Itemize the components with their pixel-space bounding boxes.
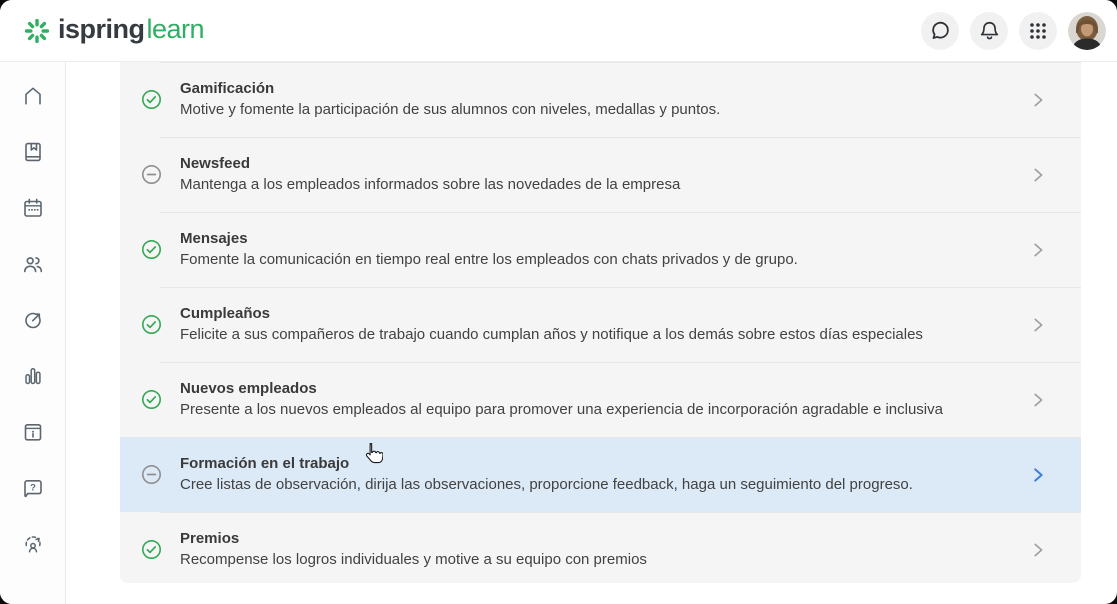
chevron-right-icon[interactable] <box>1029 316 1053 334</box>
feature-title: Nuevos empleados <box>180 378 943 399</box>
top-bar: ispringlearn <box>0 0 1117 62</box>
feature-text: Newsfeed Mantenga a los empleados inform… <box>180 153 680 196</box>
messages-button[interactable] <box>921 12 959 50</box>
feature-row[interactable]: Newsfeed Mantenga a los empleados inform… <box>120 137 1081 212</box>
minus-circle-icon <box>141 464 162 485</box>
logo-text: ispringlearn <box>58 16 204 46</box>
check-circle-icon <box>141 314 162 335</box>
feature-text: Formación en el trabajo Cree listas de o… <box>180 453 913 496</box>
feature-description: Motive y fomente la participación de sus… <box>180 99 720 121</box>
feature-description: Felicite a sus compañeros de trabajo cua… <box>180 324 923 346</box>
avatar[interactable] <box>1068 12 1106 50</box>
logo-brand: ispring <box>58 14 145 44</box>
bell-icon <box>979 20 1000 41</box>
features-list: Gamificación Motive y fomente la partici… <box>120 62 1081 583</box>
feature-title: Gamificación <box>180 78 720 99</box>
sidebar-item-people[interactable] <box>0 236 66 292</box>
chevron-right-icon[interactable] <box>1029 391 1053 409</box>
feature-text: Cumpleaños Felicite a sus compañeros de … <box>180 303 923 346</box>
sidebar-item-reports[interactable] <box>0 348 66 404</box>
header-actions <box>921 12 1106 50</box>
users-icon <box>21 252 45 276</box>
sidebar-item-calendar[interactable] <box>0 180 66 236</box>
check-circle-icon <box>141 539 162 560</box>
screen: ispringlearn <box>0 0 1117 604</box>
check-circle-icon <box>141 389 162 410</box>
feature-row[interactable]: Formación en el trabajo Cree listas de o… <box>120 437 1081 512</box>
chat-bubble-icon <box>930 20 951 41</box>
chevron-right-icon[interactable] <box>1029 241 1053 259</box>
feature-description: Presente a los nuevos empleados al equip… <box>180 399 943 421</box>
feature-description: Cree listas de observación, dirija las o… <box>180 474 913 496</box>
bar-chart-icon <box>21 364 45 388</box>
sidebar-item-courses[interactable] <box>0 124 66 180</box>
chevron-right-icon[interactable] <box>1029 91 1053 109</box>
help-bubble-icon: ? <box>21 476 45 500</box>
info-panel-icon <box>21 420 45 444</box>
feature-title: Formación en el trabajo <box>180 453 913 474</box>
feature-text: Gamificación Motive y fomente la partici… <box>180 78 720 121</box>
feature-title: Newsfeed <box>180 153 680 174</box>
ispring-burst-icon <box>24 18 50 44</box>
feature-row[interactable]: Mensajes Fomente la comunicación en tiem… <box>120 212 1081 287</box>
feature-title: Mensajes <box>180 228 798 249</box>
calendar-icon <box>21 196 45 220</box>
ispring-learn-logo[interactable]: ispringlearn <box>24 16 204 46</box>
book-icon <box>21 140 45 164</box>
feature-row[interactable]: Nuevos empleados Presente a los nuevos e… <box>120 362 1081 437</box>
feature-row[interactable]: Cumpleaños Felicite a sus compañeros de … <box>120 287 1081 362</box>
sidebar-item-goals[interactable] <box>0 292 66 348</box>
feature-description: Recompense los logros individuales y mot… <box>180 549 647 571</box>
minus-circle-icon <box>141 164 162 185</box>
chevron-right-icon[interactable] <box>1029 541 1053 559</box>
target-arrow-icon <box>21 308 45 332</box>
feature-title: Premios <box>180 528 647 549</box>
sidebar-item-observation[interactable] <box>0 516 66 572</box>
feature-description: Mantenga a los empleados informados sobr… <box>180 174 680 196</box>
avatar-image <box>1068 12 1106 50</box>
logo-product: learn <box>147 14 205 44</box>
feature-text: Nuevos empleados Presente a los nuevos e… <box>180 378 943 421</box>
check-circle-icon <box>141 89 162 110</box>
grid-dots-icon <box>1028 21 1048 41</box>
feature-text: Premios Recompense los logros individual… <box>180 528 647 571</box>
person-gauge-icon <box>21 532 45 556</box>
sidebar-item-info[interactable] <box>0 404 66 460</box>
apps-button[interactable] <box>1019 12 1057 50</box>
notifications-button[interactable] <box>970 12 1008 50</box>
sidebar-item-help[interactable]: ? <box>0 460 66 516</box>
chevron-right-icon[interactable] <box>1029 466 1053 484</box>
svg-text:?: ? <box>30 483 36 494</box>
feature-row[interactable]: Gamificación Motive y fomente la partici… <box>120 62 1081 137</box>
home-icon <box>21 84 45 108</box>
sidebar-item-home[interactable] <box>0 68 66 124</box>
feature-title: Cumpleaños <box>180 303 923 324</box>
sidebar-nav: ? <box>0 62 66 604</box>
chevron-right-icon[interactable] <box>1029 166 1053 184</box>
app-window: ispringlearn <box>0 0 1117 604</box>
feature-description: Fomente la comunicación en tiempo real e… <box>180 249 798 271</box>
feature-text: Mensajes Fomente la comunicación en tiem… <box>180 228 798 271</box>
feature-row[interactable]: Premios Recompense los logros individual… <box>120 512 1081 583</box>
check-circle-icon <box>141 239 162 260</box>
